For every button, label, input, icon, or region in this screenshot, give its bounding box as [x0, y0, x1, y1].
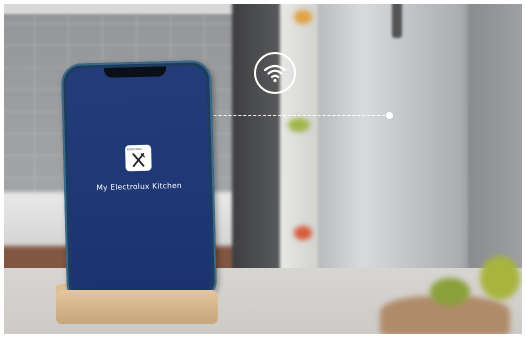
app-title: My Electrolux Kitchen: [96, 180, 182, 193]
fridge-door: [318, 0, 466, 272]
phone-notch: [104, 66, 167, 78]
fridge-interior-edge: [232, 0, 282, 272]
fridge-handle: [392, 0, 402, 38]
brand-logo-text: Electrolux: [127, 146, 143, 152]
right-wall: [466, 0, 526, 272]
fridge-interior: [280, 0, 322, 272]
smartphone: Electrolux My Electrolux Kitchen: [60, 60, 218, 304]
plant: [480, 256, 520, 300]
fridge-item: [288, 118, 310, 132]
connection-dot-fridge: [386, 112, 393, 119]
plant: [430, 278, 470, 306]
wooden-phone-stand: [56, 290, 218, 324]
phone-screen: Electrolux My Electrolux Kitchen: [66, 65, 212, 299]
kitchen-scene: Electrolux My Electrolux Kitchen: [0, 0, 526, 338]
app-icon[interactable]: Electrolux: [125, 144, 152, 172]
fridge-item: [294, 226, 312, 240]
fridge-item: [294, 10, 312, 24]
wifi-badge: [254, 52, 296, 94]
